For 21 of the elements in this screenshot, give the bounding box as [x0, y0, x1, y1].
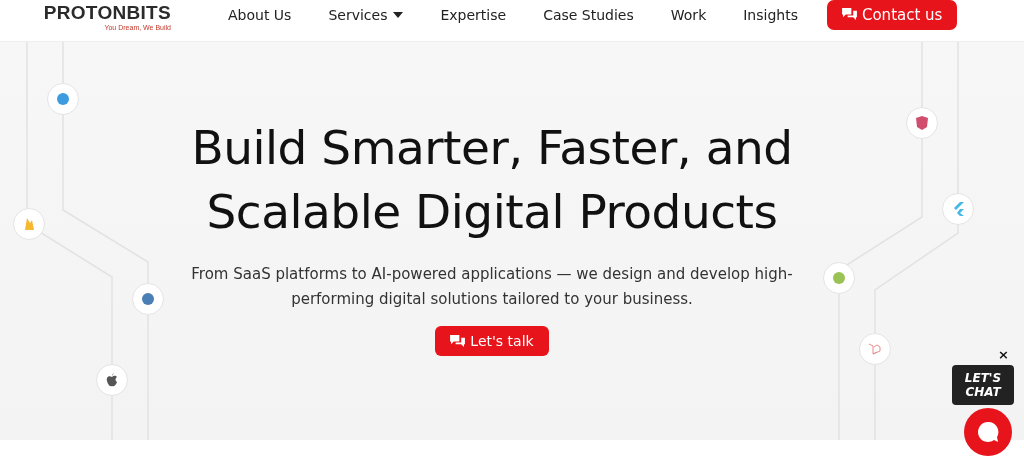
lets-talk-button[interactable]: Let's talk — [435, 326, 549, 356]
nav-link[interactable]: Work — [670, 6, 707, 23]
shield-letter-icon — [915, 116, 929, 130]
flame-icon — [22, 217, 36, 231]
close-icon[interactable]: × — [998, 347, 1009, 362]
chat-bubbles-icon — [450, 334, 466, 348]
chat-button[interactable] — [964, 408, 1012, 456]
contact-button[interactable]: Contact us — [826, 0, 958, 30]
apple-icon — [105, 373, 119, 387]
chat-icon — [977, 421, 999, 443]
logo-wordmark[interactable]: PROTONBITS — [43, 2, 171, 24]
nav-link[interactable]: Insights — [743, 6, 798, 23]
chat-bubbles-icon — [841, 8, 857, 21]
nav-link[interactable]: About Us — [228, 6, 292, 23]
nav-link[interactable]: Case Studies — [543, 6, 634, 23]
hero-subtitle: From SaaS platforms to AI-powered applications — we design and develop high-performing digital solutions tailored to your business. — [190, 264, 794, 310]
chat-label: LET'S CHAT — [952, 365, 1014, 405]
caret-icon — [393, 11, 404, 18]
nav-link[interactable]: Services — [328, 6, 404, 23]
hero-heading: Build Smarter, Faster, and Scalable Digital Products — [191, 119, 793, 241]
nav-link[interactable]: Expertise — [440, 6, 507, 23]
